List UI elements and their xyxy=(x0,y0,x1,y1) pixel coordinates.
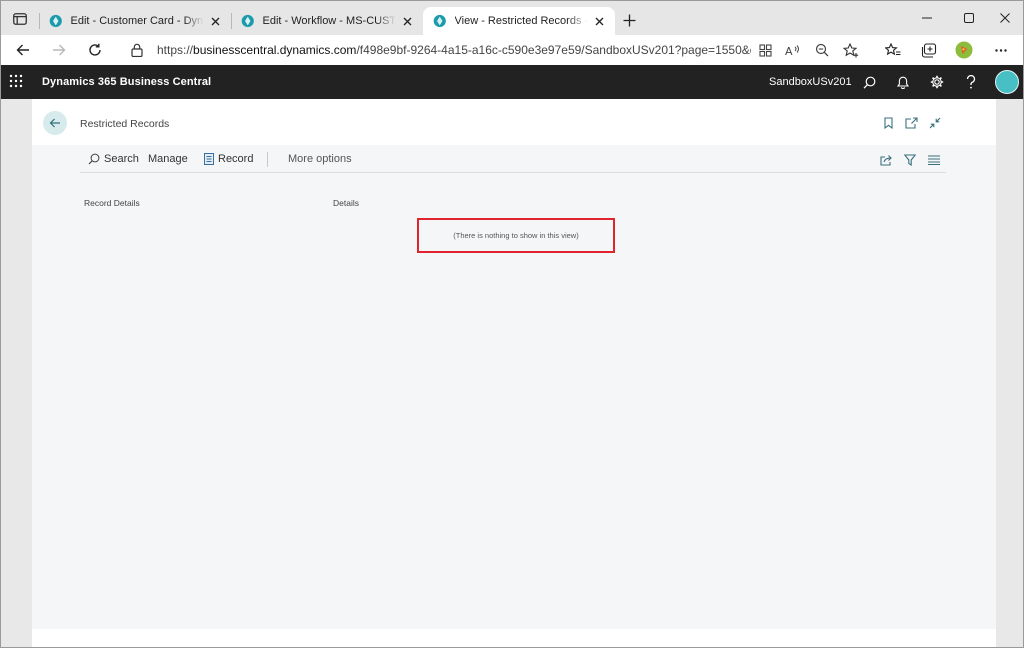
address-bar[interactable]: https://businesscentral.dynamics.com/f49… xyxy=(119,38,865,62)
action-divider xyxy=(267,152,268,167)
empty-state-message: (There is nothing to show in this view) xyxy=(417,218,615,253)
tab-title: Edit - Workflow - MS-CUSTAW-W xyxy=(262,15,396,27)
profile-avatar-icon[interactable] xyxy=(953,39,975,61)
forward-arrow-icon[interactable] xyxy=(47,39,71,61)
search-icon xyxy=(88,153,100,165)
record-icon xyxy=(204,153,214,165)
more-menu-icon[interactable] xyxy=(990,39,1012,61)
tab-restricted-records[interactable]: View - Restricted Records - Dynamics 365 xyxy=(423,7,615,35)
new-tab-icon[interactable] xyxy=(619,10,639,30)
favorites-icon[interactable] xyxy=(882,39,904,61)
url-host: businesscentral.dynamics.com xyxy=(193,43,357,57)
company-name[interactable]: SandboxUSv201 xyxy=(769,76,852,88)
close-tab-icon[interactable] xyxy=(400,13,415,29)
dynamics-tab-icon xyxy=(49,14,62,28)
minimize-icon[interactable] xyxy=(913,7,941,29)
record-action-label: Record xyxy=(218,153,254,165)
tab-customer-card[interactable]: Edit - Customer Card - Dynamics 365 xyxy=(39,7,231,35)
collections-icon[interactable] xyxy=(918,39,940,61)
tab-strip: Edit - Customer Card - Dynamics 365 Edit… xyxy=(1,1,1023,35)
page-header xyxy=(32,99,996,145)
more-options-action[interactable]: More options xyxy=(288,153,352,165)
refresh-icon[interactable] xyxy=(83,39,107,61)
list-view-icon[interactable] xyxy=(926,152,942,168)
apps-available-icon[interactable] xyxy=(756,42,774,58)
tab-actions-icon[interactable] xyxy=(9,9,31,29)
filter-icon[interactable] xyxy=(902,152,918,168)
manage-action-label: Manage xyxy=(148,153,188,165)
user-avatar[interactable] xyxy=(995,70,1019,94)
open-in-new-window-icon[interactable] xyxy=(903,115,919,131)
search-action[interactable]: Search xyxy=(88,153,139,165)
empty-state-text: (There is nothing to show in this view) xyxy=(453,231,579,240)
collapse-icon[interactable] xyxy=(927,115,943,131)
more-options-label: More options xyxy=(288,153,352,165)
tab-title: Edit - Customer Card - Dynamics 365 xyxy=(70,15,204,27)
tab-title: View - Restricted Records - Dynamics 365 xyxy=(454,15,588,27)
browser-window: Edit - Customer Card - Dynamics 365 Edit… xyxy=(0,0,1024,648)
read-aloud-icon[interactable]: A xyxy=(784,42,802,58)
back-arrow-icon[interactable] xyxy=(11,39,35,61)
close-window-icon[interactable] xyxy=(991,7,1019,29)
action-bar: Search Manage Record More options xyxy=(80,149,946,171)
close-tab-icon[interactable] xyxy=(592,13,607,29)
add-favorite-star-icon[interactable] xyxy=(842,42,860,58)
tab-workflow[interactable]: Edit - Workflow - MS-CUSTAW-W xyxy=(231,7,423,35)
page-title: Restricted Records xyxy=(80,118,170,130)
search-action-label: Search xyxy=(104,153,139,165)
url-path: /f498e9bf-9264-4a15-a16c-c590e3e97e59/Sa… xyxy=(356,43,751,57)
dynamics-tab-icon xyxy=(241,14,254,28)
url-text[interactable]: https://businesscentral.dynamics.com/f49… xyxy=(157,43,751,57)
column-header-details[interactable]: Details xyxy=(333,198,359,208)
search-icon[interactable] xyxy=(860,73,878,91)
url-prefix: https:// xyxy=(157,43,194,57)
maximize-icon[interactable] xyxy=(955,7,983,29)
lock-icon[interactable] xyxy=(131,43,145,58)
record-action[interactable]: Record xyxy=(204,153,253,165)
bookmark-icon[interactable] xyxy=(880,115,896,131)
svg-text:A: A xyxy=(785,45,793,57)
zoom-out-icon[interactable] xyxy=(813,42,831,58)
app-name[interactable]: Dynamics 365 Business Central xyxy=(42,76,211,88)
settings-gear-icon[interactable] xyxy=(928,73,946,91)
column-header-record-details[interactable]: Record Details xyxy=(84,198,140,208)
page-surface xyxy=(32,99,996,629)
share-icon[interactable] xyxy=(878,152,894,168)
page-footer xyxy=(32,629,996,647)
arrow-left-icon xyxy=(49,118,60,128)
help-question-icon[interactable] xyxy=(962,73,980,91)
app-bar: Dynamics 365 Business Central SandboxUSv… xyxy=(1,65,1023,99)
app-launcher-icon[interactable] xyxy=(9,74,27,90)
close-tab-icon[interactable] xyxy=(208,13,223,29)
action-bar-divider xyxy=(80,172,946,173)
dynamics-tab-icon xyxy=(433,14,446,28)
back-button[interactable] xyxy=(43,111,67,135)
notifications-bell-icon[interactable] xyxy=(894,73,912,91)
address-bar-row: https://businesscentral.dynamics.com/f49… xyxy=(1,35,1023,65)
manage-action[interactable]: Manage xyxy=(148,153,188,165)
